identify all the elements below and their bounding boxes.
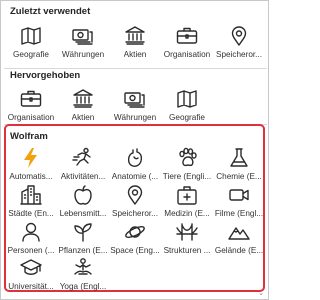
wolfram-row: Automatis... Aktivitäten... Anatomie (... T… <box>5 146 265 186</box>
person-icon <box>19 220 43 244</box>
data-type-speicheror[interactable]: Speicheror... <box>213 24 265 64</box>
data-type-label: Lebensmitt... <box>59 209 107 218</box>
data-type-währungen[interactable]: Währungen <box>109 87 161 127</box>
data-type-label: Pflanzen (E... <box>58 246 108 255</box>
data-type-geografie[interactable]: Geografie <box>5 24 57 64</box>
graduation-cap-icon <box>19 256 43 280</box>
data-type-label: Städte (En... <box>8 209 54 218</box>
location-pin-icon <box>123 183 147 207</box>
briefcase-icon <box>19 87 43 111</box>
data-type-label: Yoga (Engl... <box>59 282 107 291</box>
bank-icon <box>123 24 147 48</box>
data-type-städte[interactable]: Städte (En... <box>5 183 57 223</box>
wolfram-row: Städte (En... Lebensmitt... Speicheror... M… <box>5 183 265 223</box>
data-type-label: Strukturen ... <box>163 246 211 255</box>
data-type-label: Filme (Engl... <box>214 209 264 218</box>
data-type-label: Aktien <box>123 50 147 59</box>
data-type-label: Gelände (E... <box>214 246 264 255</box>
currency-icon <box>71 24 95 48</box>
data-type-label: Chemie (E... <box>216 172 262 181</box>
featured-row: Organisation Aktien Währungen Geografie <box>5 87 213 127</box>
data-type-währungen[interactable]: Währungen <box>57 24 109 64</box>
location-pin-icon <box>227 24 251 48</box>
wolfram-row: Personen (... Pflanzen (E... Space (Eng...… <box>5 220 265 260</box>
runner-icon <box>71 146 95 170</box>
city-icon <box>19 183 43 207</box>
data-type-personen[interactable]: Personen (... <box>5 220 57 260</box>
section-title-featured: Hervorgehoben <box>10 70 81 81</box>
bank-icon <box>71 87 95 111</box>
data-type-label: Anatomie (... <box>111 172 159 181</box>
data-type-lebensmitt[interactable]: Lebensmitt... <box>57 183 109 223</box>
data-type-aktivitäten[interactable]: Aktivitäten... <box>57 146 109 186</box>
separator <box>4 68 267 69</box>
data-type-label: Aktivitäten... <box>60 172 106 181</box>
apple-icon <box>71 183 95 207</box>
data-type-aktien[interactable]: Aktien <box>57 87 109 127</box>
data-type-label: Automatis... <box>9 172 53 181</box>
data-type-label: Geografie <box>13 50 49 59</box>
data-type-label: Aktien <box>71 113 95 122</box>
data-types-gallery: Zuletzt verwendet Geografie Währungen Akti… <box>0 0 269 300</box>
data-type-label: Space (Eng... <box>110 246 160 255</box>
data-type-label: Währungen <box>113 113 157 122</box>
yoga-icon <box>71 256 95 280</box>
data-type-geografie[interactable]: Geografie <box>161 87 213 127</box>
data-type-universität[interactable]: Universität... <box>5 256 57 296</box>
data-type-space[interactable]: Space (Eng... <box>109 220 161 260</box>
map-icon <box>19 24 43 48</box>
data-type-label: Personen (... <box>7 246 55 255</box>
data-type-medizin[interactable]: Medizin (E... <box>161 183 213 223</box>
planet-icon <box>123 220 147 244</box>
data-type-chemie[interactable]: Chemie (E... <box>213 146 265 186</box>
heart-icon <box>123 146 147 170</box>
data-type-label: Organisation <box>7 113 55 122</box>
data-type-label: Speicheror... <box>112 209 158 218</box>
recent-row: Geografie Währungen Aktien Organisation Spei… <box>5 24 265 64</box>
data-type-label: Universität... <box>8 282 54 291</box>
plant-icon <box>71 220 95 244</box>
data-type-strukturen[interactable]: Strukturen ... <box>161 220 213 260</box>
video-camera-icon <box>227 183 251 207</box>
currency-icon <box>123 87 147 111</box>
bridge-icon <box>175 220 199 244</box>
scroll-down-indicator[interactable]: ⌄ <box>258 289 264 297</box>
data-type-label: Währungen <box>61 50 105 59</box>
lightning-icon <box>19 146 43 170</box>
data-type-label: Geografie <box>169 113 205 122</box>
data-type-pflanzen[interactable]: Pflanzen (E... <box>57 220 109 260</box>
flask-icon <box>227 146 251 170</box>
section-title-recent: Zuletzt verwendet <box>10 6 91 17</box>
data-type-label: Medizin (E... <box>164 209 210 218</box>
paw-icon <box>175 146 199 170</box>
data-type-organisation[interactable]: Organisation <box>161 24 213 64</box>
medical-kit-icon <box>175 183 199 207</box>
map-icon <box>175 87 199 111</box>
data-type-label: Tiere (Engli... <box>162 172 212 181</box>
mountain-icon <box>227 220 251 244</box>
data-type-label: Organisation <box>163 50 211 59</box>
data-type-speicheror[interactable]: Speicheror... <box>109 183 161 223</box>
data-type-yoga[interactable]: Yoga (Engl... <box>57 256 109 296</box>
data-type-automatis[interactable]: Automatis... <box>5 146 57 186</box>
briefcase-icon <box>175 24 199 48</box>
data-type-filme[interactable]: Filme (Engl... <box>213 183 265 223</box>
data-type-label: Speicheror... <box>216 50 262 59</box>
wolfram-row: Universität... Yoga (Engl... <box>5 256 109 296</box>
data-type-aktien[interactable]: Aktien <box>109 24 161 64</box>
data-type-tiere[interactable]: Tiere (Engli... <box>161 146 213 186</box>
data-type-anatomie[interactable]: Anatomie (... <box>109 146 161 186</box>
data-type-gelände[interactable]: Gelände (E... <box>213 220 265 260</box>
data-type-organisation[interactable]: Organisation <box>5 87 57 127</box>
section-title-wolfram: Wolfram <box>10 131 48 142</box>
